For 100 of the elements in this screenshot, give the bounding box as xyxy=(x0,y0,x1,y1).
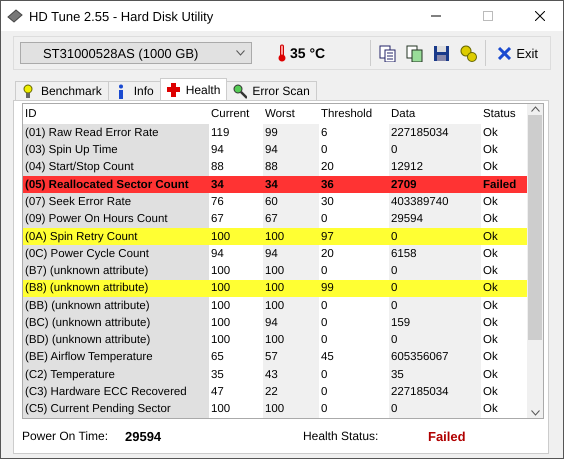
tab[interactable]: Info xyxy=(108,81,161,100)
save-icon xyxy=(433,44,450,62)
exit-button[interactable]: Exit xyxy=(492,44,544,62)
table-cell: 159 xyxy=(389,314,481,332)
table-cell: 605356067 xyxy=(389,348,481,366)
table-cell: 100 xyxy=(209,280,263,297)
table-cell: Ok xyxy=(481,348,528,366)
table-cell: 100 xyxy=(263,296,319,314)
column-header[interactable]: Current xyxy=(209,104,263,124)
table-cell: 100 xyxy=(263,228,319,246)
table-cell: (B7) (unknown attribute) xyxy=(23,262,209,280)
table-cell: (C5) Current Pending Sector xyxy=(23,400,209,418)
table-cell: Ok xyxy=(481,314,528,332)
copy-button[interactable] xyxy=(377,42,398,64)
health-status-value: Failed xyxy=(428,428,466,444)
tab[interactable]: Health xyxy=(160,78,228,100)
table-cell: (BB) (unknown attribute) xyxy=(23,296,209,314)
column-header[interactable]: Worst xyxy=(263,104,319,124)
table-cell: 100 xyxy=(209,228,263,246)
table-cell: 99 xyxy=(263,124,319,142)
table-cell: 227185034 xyxy=(389,124,481,142)
table-cell: 88 xyxy=(209,158,263,176)
document-pair-button[interactable] xyxy=(404,42,426,64)
table-cell: 67 xyxy=(209,210,263,228)
table-cell: Ok xyxy=(481,245,528,262)
table-cell: 100 xyxy=(209,332,263,349)
chevron-up-icon xyxy=(530,106,540,112)
table-cell: (C3) Hardware ECC Recovered xyxy=(23,383,209,401)
table-cell: 29594 xyxy=(389,210,481,228)
table-cell: (05) Reallocated Sector Count xyxy=(23,176,209,194)
power-on-value: 29594 xyxy=(125,428,162,444)
copy-icon xyxy=(379,44,396,62)
table-cell: (07) Seek Error Rate xyxy=(23,193,209,211)
table-cell: Ok xyxy=(481,332,528,349)
scrollbar[interactable] xyxy=(527,104,543,418)
table-cell: 94 xyxy=(263,142,319,159)
x-icon xyxy=(498,46,512,60)
table-cell: 6 xyxy=(319,124,389,142)
table-cell: 0 xyxy=(319,210,389,228)
tab[interactable]: Benchmark xyxy=(15,81,109,100)
table-cell: 0 xyxy=(319,262,389,280)
table-cell: Ok xyxy=(481,142,528,159)
table-cell: 0 xyxy=(389,142,481,159)
table-cell: 20 xyxy=(319,245,389,262)
table-cell: 227185034 xyxy=(389,383,481,401)
column-header[interactable]: ID xyxy=(23,104,209,124)
table-cell: Ok xyxy=(481,280,528,297)
table-cell: 0 xyxy=(389,280,481,297)
table-cell: 12912 xyxy=(389,158,481,176)
table-cell: 0 xyxy=(389,400,481,418)
cross-icon xyxy=(166,82,181,97)
drive-name: ST31000528AS (1000 GB) xyxy=(43,46,198,60)
table-cell: 47 xyxy=(209,383,263,401)
table-cell: Ok xyxy=(481,210,528,228)
table-cell: (0C) Power Cycle Count xyxy=(23,245,209,262)
health-status-label: Health Status: xyxy=(303,429,380,443)
table-cell: 22 xyxy=(263,383,319,401)
column-header[interactable]: Data xyxy=(389,104,481,124)
table-cell: 94 xyxy=(209,142,263,159)
table-cell: (BE) Airflow Temperature xyxy=(23,348,209,366)
table-cell: 34 xyxy=(263,176,319,194)
table-cell: (B8) (unknown attribute) xyxy=(23,280,209,297)
table-cell: (0A) Spin Retry Count xyxy=(23,228,209,246)
table-cell: 6158 xyxy=(389,245,481,262)
table-cell: Ok xyxy=(481,383,528,401)
column-header[interactable]: Status xyxy=(481,104,528,124)
table-cell: 0 xyxy=(319,383,389,401)
table-cell: (09) Power On Hours Count xyxy=(23,210,209,228)
table-cell: Ok xyxy=(481,296,528,314)
table-cell: Ok xyxy=(481,400,528,418)
table-cell: (03) Spin Up Time xyxy=(23,142,209,159)
table-cell: 30 xyxy=(319,193,389,211)
table-cell: (01) Raw Read Error Rate xyxy=(23,124,209,142)
table-cell: 100 xyxy=(209,400,263,418)
table-cell: 100 xyxy=(263,332,319,349)
table-cell: Ok xyxy=(481,158,528,176)
table-cell: Ok xyxy=(481,262,528,280)
table-cell: 0 xyxy=(319,142,389,159)
table-cell: 100 xyxy=(263,400,319,418)
table-cell: 0 xyxy=(319,314,389,332)
drive-dropdown[interactable]: ST31000528AS (1000 GB) xyxy=(20,42,252,64)
table-cell: (C2) Temperature xyxy=(23,366,209,384)
table-cell: 60 xyxy=(263,193,319,211)
tab[interactable]: Error Scan xyxy=(226,81,317,100)
table-cell: Ok xyxy=(481,193,528,211)
column-header[interactable]: Threshold xyxy=(319,104,389,124)
table-cell: 43 xyxy=(263,366,319,384)
close-icon xyxy=(535,11,545,21)
table-cell: 0 xyxy=(389,262,481,280)
table-cell: 100 xyxy=(209,314,263,332)
table-cell: 0 xyxy=(319,400,389,418)
table-cell: 20 xyxy=(319,158,389,176)
power-on-label: Power On Time: xyxy=(22,429,110,443)
table-cell: 0 xyxy=(319,366,389,384)
table-cell: 36 xyxy=(319,176,389,194)
table-cell: 94 xyxy=(263,314,319,332)
thermometer-icon xyxy=(278,44,286,62)
chevron-down-icon xyxy=(236,50,245,56)
table-cell: 88 xyxy=(263,158,319,176)
maximize-icon xyxy=(483,11,493,21)
